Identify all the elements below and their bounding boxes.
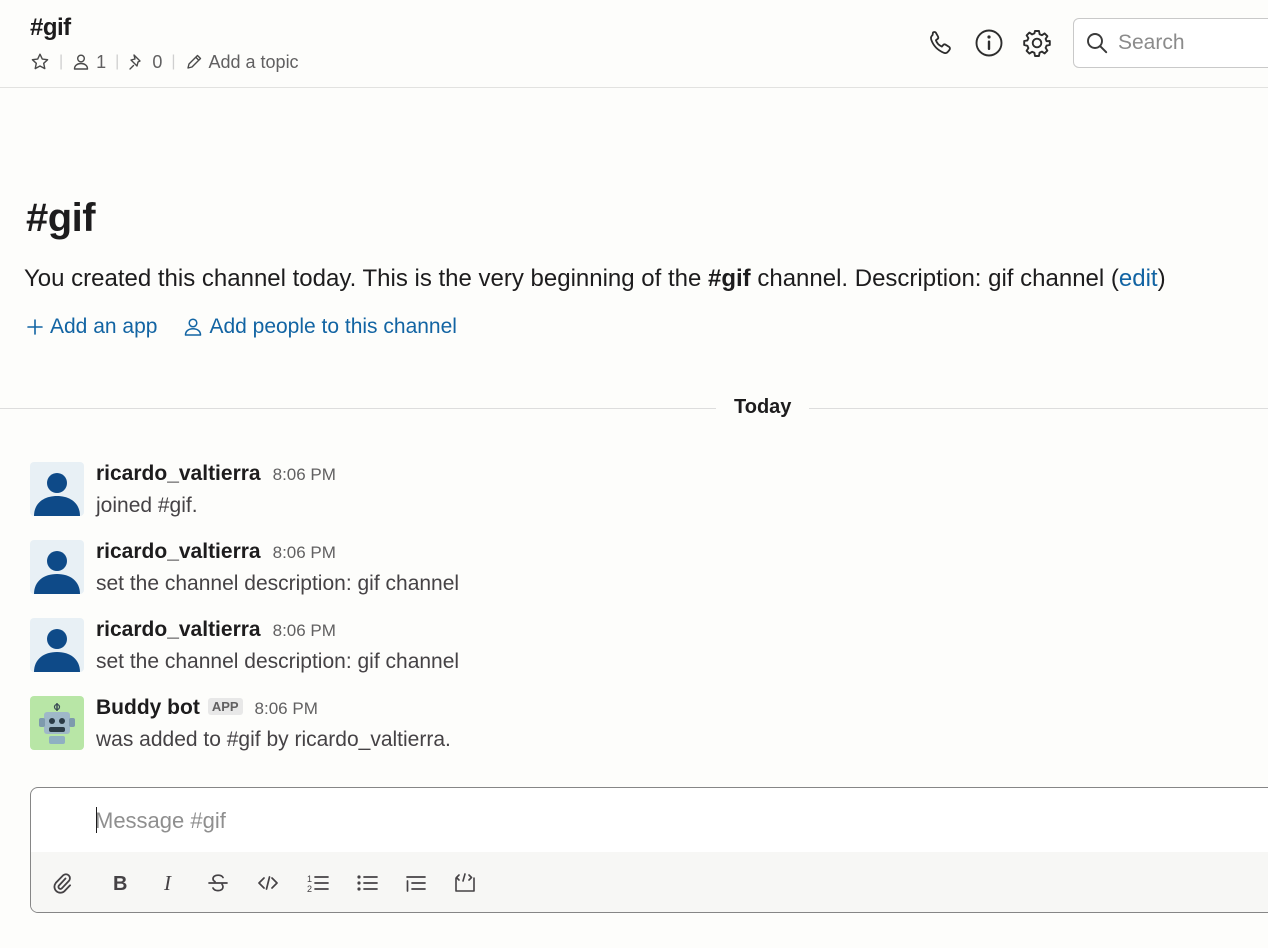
intro-actions: Add an app Add people to this channel bbox=[26, 315, 457, 339]
channel-meta: | 1 | 0 | Add a topic bbox=[30, 50, 299, 74]
channel-intro-title: #gif bbox=[26, 196, 96, 240]
svg-text:I: I bbox=[163, 871, 172, 895]
message-input[interactable] bbox=[95, 804, 1195, 838]
bulleted-list-icon[interactable] bbox=[355, 871, 379, 895]
strikethrough-icon[interactable] bbox=[206, 871, 230, 895]
pencil-icon bbox=[185, 53, 203, 71]
add-topic-button[interactable]: Add a topic bbox=[185, 52, 299, 73]
intro-channel-name: #gif bbox=[708, 265, 751, 292]
message-timestamp[interactable]: 8:06 PM bbox=[255, 699, 318, 719]
message-header: ricardo_valtierra 8:06 PM bbox=[96, 462, 336, 486]
message-item: Buddy bot APP 8:06 PM was added to #gif … bbox=[30, 696, 1230, 756]
add-app-button[interactable]: Add an app bbox=[26, 315, 157, 339]
pin-icon bbox=[128, 53, 146, 71]
intro-text-after: channel. Description: gif channel ( bbox=[750, 265, 1119, 292]
plus-icon bbox=[26, 318, 44, 336]
app-badge: APP bbox=[207, 698, 243, 715]
person-icon bbox=[72, 53, 90, 71]
ordered-list-icon[interactable]: 12 bbox=[306, 871, 330, 895]
meta-separator: | bbox=[115, 53, 120, 70]
message-text: set the channel description: gif channel bbox=[96, 650, 460, 673]
message-timestamp[interactable]: 8:06 PM bbox=[273, 465, 336, 485]
add-people-button[interactable]: Add people to this channel bbox=[183, 315, 457, 339]
channel-header: #gif | 1 | 0 | Add a topic bbox=[0, 0, 1268, 88]
info-icon[interactable] bbox=[974, 28, 1004, 58]
phone-icon[interactable] bbox=[925, 28, 955, 58]
star-icon[interactable] bbox=[30, 52, 50, 72]
message-author[interactable]: ricardo_valtierra bbox=[96, 618, 261, 642]
avatar[interactable] bbox=[30, 540, 84, 594]
message-text: joined #gif. bbox=[96, 494, 198, 517]
code-block-icon[interactable] bbox=[453, 871, 477, 895]
edit-description-link[interactable]: edit bbox=[1119, 265, 1158, 292]
message-text: was added to #gif by ricardo_valtierra. bbox=[96, 728, 451, 751]
blockquote-icon[interactable] bbox=[404, 871, 428, 895]
member-count-button[interactable]: 1 bbox=[72, 52, 106, 73]
formatting-toolbar: B I 12 bbox=[31, 852, 1268, 912]
gear-icon[interactable] bbox=[1022, 28, 1052, 58]
bot-avatar[interactable] bbox=[30, 696, 84, 750]
svg-text:1: 1 bbox=[307, 874, 312, 884]
add-topic-label: Add a topic bbox=[208, 51, 299, 72]
message-item: ricardo_valtierra 8:06 PM set the channe… bbox=[30, 540, 1230, 600]
intro-text-close: ) bbox=[1157, 265, 1166, 292]
svg-text:2: 2 bbox=[307, 884, 312, 894]
add-people-label: Add people to this channel bbox=[209, 315, 457, 338]
person-icon bbox=[183, 317, 203, 337]
paperclip-icon[interactable] bbox=[50, 871, 74, 895]
search-input[interactable] bbox=[1118, 31, 1268, 55]
message-text: set the channel description: gif channel bbox=[96, 572, 460, 595]
message-composer: B I 12 bbox=[30, 787, 1268, 913]
svg-text:B: B bbox=[113, 873, 127, 895]
channel-title[interactable]: #gif bbox=[30, 14, 71, 42]
pinned-count: 0 bbox=[152, 51, 163, 72]
message-author[interactable]: ricardo_valtierra bbox=[96, 540, 261, 564]
message-author[interactable]: ricardo_valtierra bbox=[96, 462, 261, 486]
message-item: ricardo_valtierra 8:06 PM set the channe… bbox=[30, 618, 1230, 678]
avatar[interactable] bbox=[30, 618, 84, 672]
avatar[interactable] bbox=[30, 462, 84, 516]
add-app-label: Add an app bbox=[50, 315, 158, 338]
code-icon[interactable] bbox=[256, 871, 280, 895]
message-header: ricardo_valtierra 8:06 PM bbox=[96, 540, 336, 564]
message-timestamp[interactable]: 8:06 PM bbox=[273, 621, 336, 641]
member-count: 1 bbox=[96, 51, 107, 72]
search-box[interactable] bbox=[1073, 18, 1268, 68]
message-author[interactable]: Buddy bot bbox=[96, 696, 200, 720]
message-timestamp[interactable]: 8:06 PM bbox=[273, 543, 336, 563]
meta-separator: | bbox=[171, 53, 176, 70]
search-icon bbox=[1086, 32, 1108, 54]
day-divider-label[interactable]: Today bbox=[716, 396, 810, 419]
intro-text-before: You created this channel today. This is … bbox=[24, 265, 708, 292]
pinned-count-button[interactable]: 0 bbox=[128, 52, 162, 73]
message-header: Buddy bot APP 8:06 PM bbox=[96, 696, 318, 720]
bold-icon[interactable]: B bbox=[108, 871, 132, 895]
channel-intro-text: You created this channel today. This is … bbox=[24, 265, 1166, 293]
message-header: ricardo_valtierra 8:06 PM bbox=[96, 618, 336, 642]
italic-icon[interactable]: I bbox=[157, 871, 181, 895]
day-divider-line bbox=[0, 408, 1268, 409]
meta-separator: | bbox=[59, 53, 64, 70]
message-item: ricardo_valtierra 8:06 PM joined #gif. bbox=[30, 462, 1230, 522]
text-cursor bbox=[96, 807, 97, 833]
